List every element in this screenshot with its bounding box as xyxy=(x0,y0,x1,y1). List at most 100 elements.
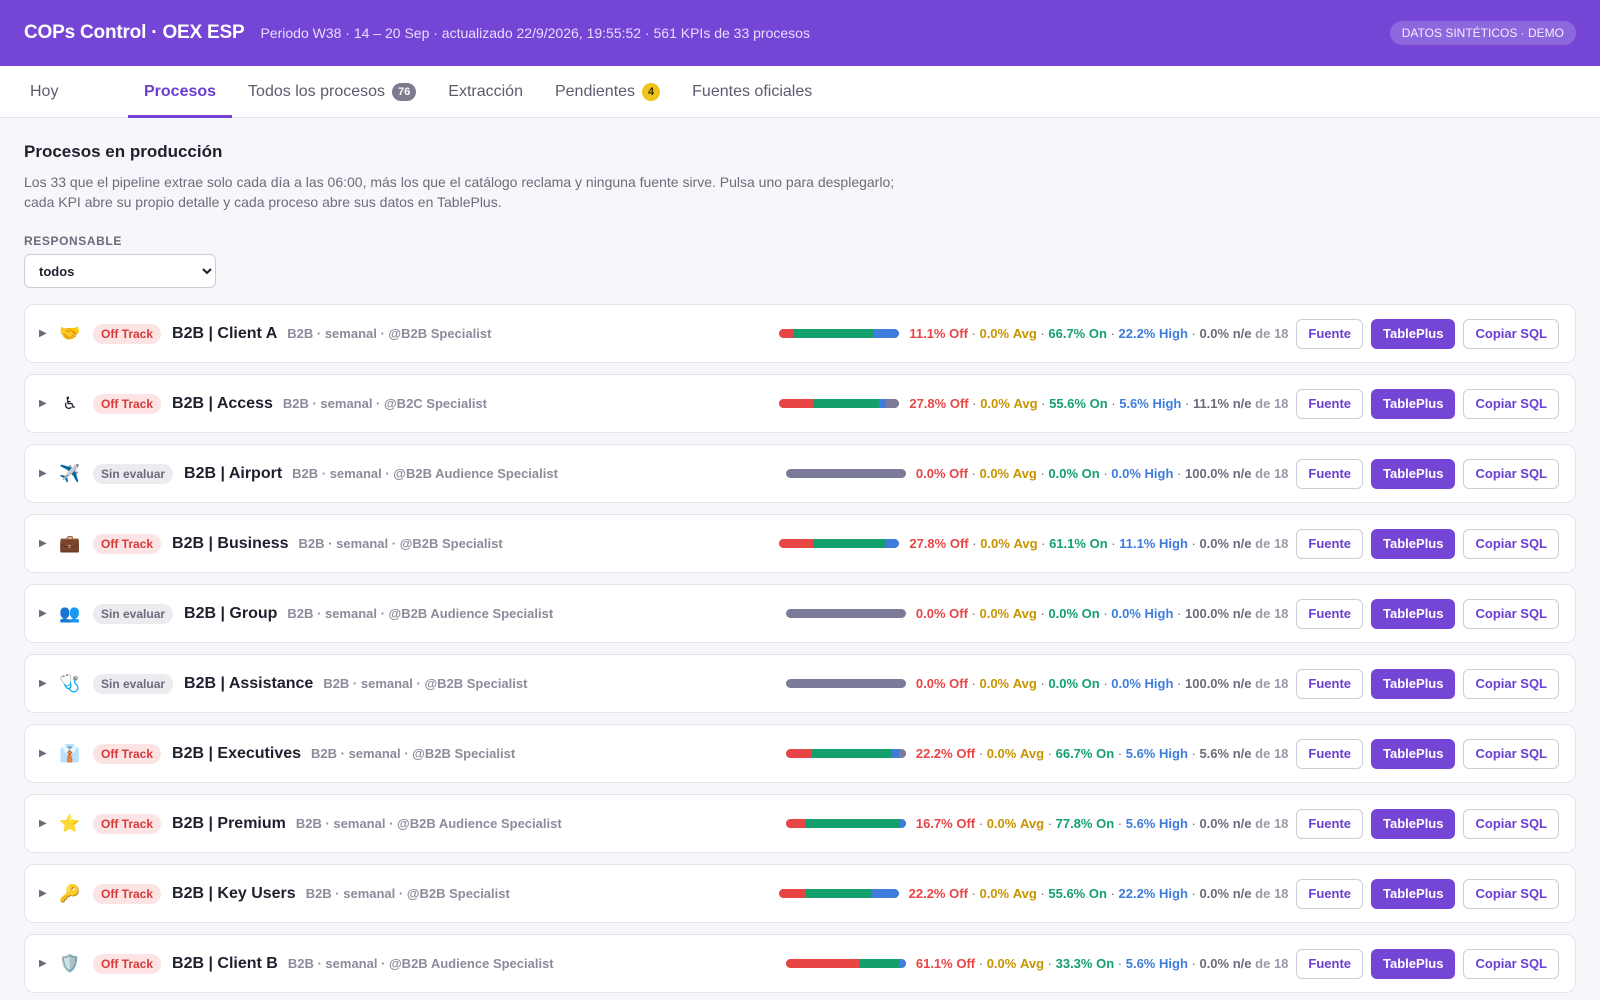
bar-segment-on xyxy=(805,819,900,828)
tableplus-button[interactable]: TablePlus xyxy=(1371,598,1456,629)
tableplus-button[interactable]: TablePlus xyxy=(1371,318,1456,349)
process-name[interactable]: B2B | Access xyxy=(172,395,273,413)
stat-ne-value: 0.0% xyxy=(1199,536,1230,551)
bar-segment-ne xyxy=(785,469,906,478)
stat-off-value: 0.0% xyxy=(915,676,946,691)
process-name[interactable]: B2B | Key Users xyxy=(172,885,296,903)
copiar-sql-button[interactable]: Copiar SQL xyxy=(1463,388,1559,419)
bar-segment-ne xyxy=(785,679,906,688)
tab-todos-los-procesos[interactable]: Todos los procesos 76 xyxy=(232,66,432,117)
tab-count-badge: 76 xyxy=(392,82,417,101)
process-meta: B2B · semanal · @B2B Specialist xyxy=(305,886,510,901)
expand-chevron-icon[interactable]: ▶ xyxy=(39,608,53,619)
process-row[interactable]: ▶ ✈️ Sin evaluar B2B | Airport B2B · semanal… xyxy=(24,444,1576,503)
main-content: Procesos en producción Los 33 que el pip… xyxy=(0,118,1600,993)
tableplus-button[interactable]: TablePlus xyxy=(1371,458,1456,489)
process-row[interactable]: ▶ ⭐ Off Track B2B | Premium B2B · semanal · … xyxy=(24,794,1576,853)
stat-on-value: 0.0% xyxy=(1048,606,1079,621)
fuente-button[interactable]: Fuente xyxy=(1296,668,1364,699)
stat-ne-label: n/e xyxy=(1232,886,1252,901)
process-row[interactable]: ▶ 🩺 Sin evaluar B2B | Assistance B2B · seman… xyxy=(24,654,1576,713)
stat-off-label: Off xyxy=(949,466,968,481)
briefcase-icon: 💼 xyxy=(59,533,81,553)
fuente-button[interactable]: Fuente xyxy=(1296,878,1364,909)
tab-hoy[interactable]: Hoy xyxy=(14,66,128,117)
process-name[interactable]: B2B | Premium xyxy=(172,815,286,833)
process-name[interactable]: B2B | Assistance xyxy=(184,675,313,693)
tableplus-button[interactable]: TablePlus xyxy=(1371,738,1456,769)
expand-chevron-icon[interactable]: ▶ xyxy=(39,958,53,969)
expand-chevron-icon[interactable]: ▶ xyxy=(39,538,53,549)
stat-off-label: Off xyxy=(949,396,969,411)
process-row[interactable]: ▶ 👔 Off Track B2B | Executives B2B · semanal… xyxy=(24,724,1576,783)
copiar-sql-button[interactable]: Copiar SQL xyxy=(1463,878,1559,909)
stat-ne-value: 0.0% xyxy=(1199,956,1230,971)
fuente-button[interactable]: Fuente xyxy=(1296,318,1364,349)
stat-ne-label: n/e xyxy=(1232,956,1252,971)
stat-avg-value: 0.0% xyxy=(979,326,1010,341)
process-meta: B2B · semanal · @B2B Specialist xyxy=(311,746,516,761)
stat-avg-value: 0.0% xyxy=(979,886,1010,901)
tableplus-button[interactable]: TablePlus xyxy=(1371,388,1456,419)
tableplus-button[interactable]: TablePlus xyxy=(1371,528,1456,559)
stat-avg-label: Avg xyxy=(1019,746,1045,761)
copiar-sql-button[interactable]: Copiar SQL xyxy=(1463,598,1559,629)
process-name[interactable]: B2B | Client B xyxy=(172,955,278,973)
process-name[interactable]: B2B | Business xyxy=(172,535,289,553)
expand-chevron-icon[interactable]: ▶ xyxy=(39,678,53,689)
process-name[interactable]: B2B | Group xyxy=(184,605,277,623)
fuente-button[interactable]: Fuente xyxy=(1296,598,1364,629)
copiar-sql-button[interactable]: Copiar SQL xyxy=(1463,528,1559,559)
copiar-sql-button[interactable]: Copiar SQL xyxy=(1463,948,1559,979)
stat-off-label: Off xyxy=(949,886,968,901)
copiar-sql-button[interactable]: Copiar SQL xyxy=(1463,318,1559,349)
stat-off-label: Off xyxy=(949,676,968,691)
fuente-button[interactable]: Fuente xyxy=(1296,528,1364,559)
tab-procesos[interactable]: Procesos xyxy=(128,66,233,118)
process-row[interactable]: ▶ 💼 Off Track B2B | Business B2B · semanal ·… xyxy=(24,514,1576,573)
expand-chevron-icon[interactable]: ▶ xyxy=(39,888,53,899)
tab-extracción[interactable]: Extracción xyxy=(432,66,539,117)
stat-off-value: 27.8% xyxy=(909,396,947,411)
stat-high-value: 22.2% xyxy=(1118,886,1156,901)
stat-total: 18 xyxy=(1273,886,1289,901)
fuente-button[interactable]: Fuente xyxy=(1296,808,1364,839)
stat-off-value: 0.0% xyxy=(915,466,946,481)
process-name[interactable]: B2B | Airport xyxy=(184,465,282,483)
expand-chevron-icon[interactable]: ▶ xyxy=(39,748,53,759)
stat-high-value: 0.0% xyxy=(1111,676,1141,691)
tableplus-button[interactable]: TablePlus xyxy=(1371,668,1456,699)
fuente-button[interactable]: Fuente xyxy=(1296,388,1364,419)
expand-chevron-icon[interactable]: ▶ xyxy=(39,328,53,339)
tab-label: Todos los procesos xyxy=(248,82,386,100)
fuente-button[interactable]: Fuente xyxy=(1296,738,1364,769)
copiar-sql-button[interactable]: Copiar SQL xyxy=(1463,668,1559,699)
process-row[interactable]: ▶ 🛡️ Off Track B2B | Client B B2B · semanal … xyxy=(24,934,1576,993)
process-row[interactable]: ▶ 🔑 Off Track B2B | Key Users B2B · semanal … xyxy=(24,864,1576,923)
responsable-select[interactable]: todos xyxy=(24,254,216,288)
kpi-stats: 0.0% Off · 0.0% Avg · 0.0% On · 0.0% Hig… xyxy=(915,676,1289,691)
process-row[interactable]: ▶ ♿ Off Track B2B | Access B2B · semanal · @… xyxy=(24,374,1576,433)
tableplus-button[interactable]: TablePlus xyxy=(1371,808,1456,839)
copiar-sql-button[interactable]: Copiar SQL xyxy=(1463,808,1559,839)
expand-chevron-icon[interactable]: ▶ xyxy=(39,818,53,829)
copiar-sql-button[interactable]: Copiar SQL xyxy=(1463,458,1559,489)
top-header: COPs Control · OEX ESP Periodo W38 · 14 … xyxy=(0,0,1600,66)
tab-pendientes[interactable]: Pendientes 4 xyxy=(539,66,676,117)
fuente-button[interactable]: Fuente xyxy=(1296,458,1364,489)
tableplus-button[interactable]: TablePlus xyxy=(1371,878,1456,909)
stat-ne-value: 0.0% xyxy=(1199,326,1230,341)
fuente-button[interactable]: Fuente xyxy=(1296,948,1364,979)
tableplus-button[interactable]: TablePlus xyxy=(1371,948,1456,979)
tab-fuentes-oficiales[interactable]: Fuentes oficiales xyxy=(676,66,828,117)
copiar-sql-button[interactable]: Copiar SQL xyxy=(1463,738,1559,769)
bar-segment-on xyxy=(812,399,880,408)
process-name[interactable]: B2B | Client A xyxy=(172,325,277,343)
process-row[interactable]: ▶ 🤝 Off Track B2B | Client A B2B · semanal ·… xyxy=(24,304,1576,363)
expand-chevron-icon[interactable]: ▶ xyxy=(39,468,53,479)
process-row[interactable]: ▶ 👥 Sin evaluar B2B | Group B2B · semanal · … xyxy=(24,584,1576,643)
stat-total: 18 xyxy=(1273,466,1289,481)
expand-chevron-icon[interactable]: ▶ xyxy=(39,398,53,409)
stat-off-label: Off xyxy=(956,816,976,831)
process-name[interactable]: B2B | Executives xyxy=(172,745,301,763)
